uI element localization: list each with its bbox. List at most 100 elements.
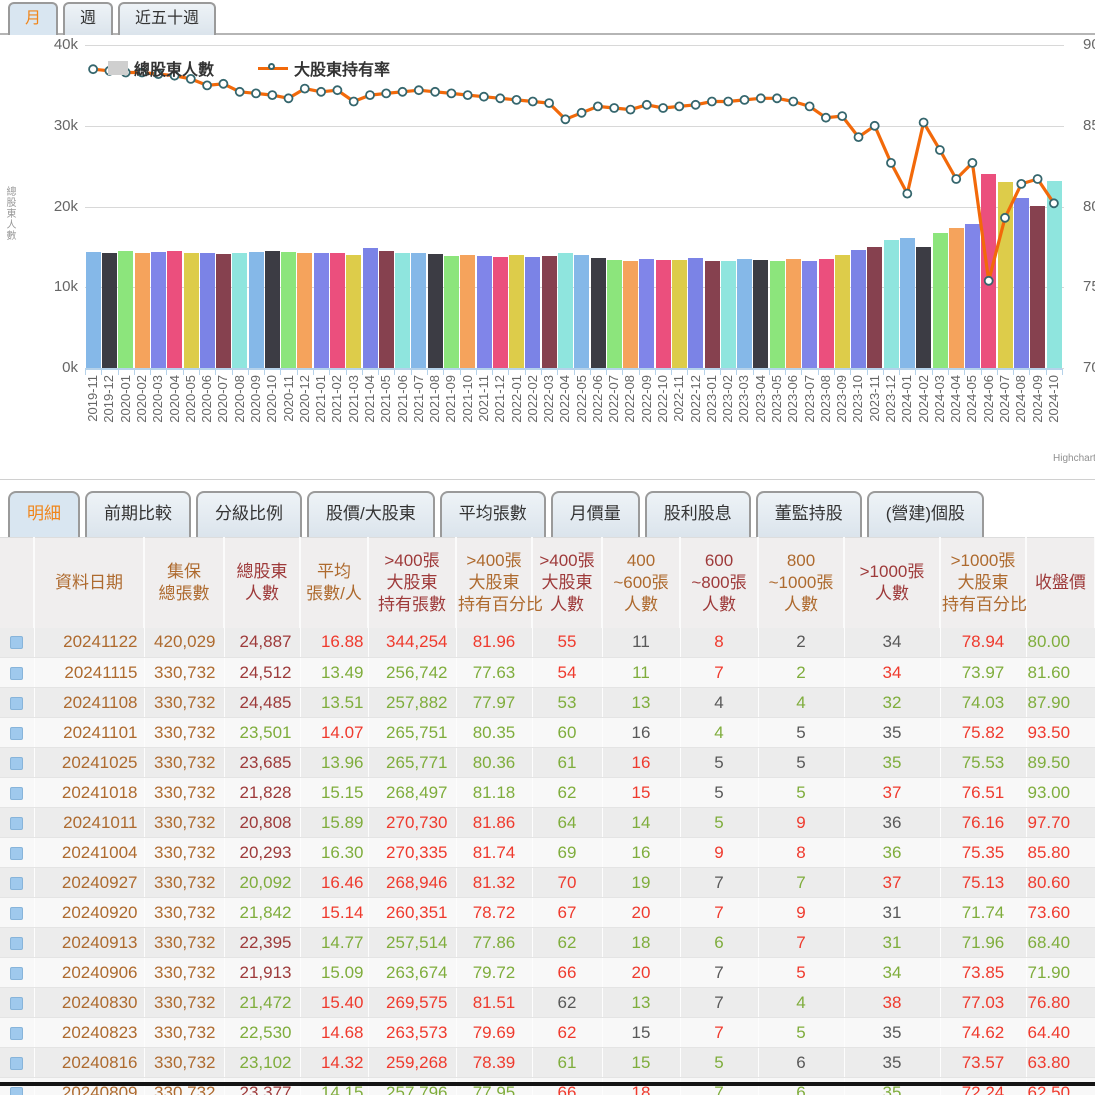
table-tab-股利股息[interactable]: 股利股息 bbox=[644, 491, 751, 537]
data-cell: 268,497 bbox=[368, 777, 457, 808]
data-cell: 78.39 bbox=[456, 1047, 533, 1078]
legend-label: 大股東持有率 bbox=[294, 62, 391, 79]
row-icon-cell bbox=[0, 687, 35, 718]
data-cell: 330,732 bbox=[144, 717, 225, 748]
data-cell: 4 bbox=[680, 687, 759, 718]
data-cell: 80.60 bbox=[1026, 867, 1095, 898]
data-cell: 330,732 bbox=[144, 807, 225, 838]
table-tab-月價量[interactable]: 月價量 bbox=[550, 491, 640, 537]
chart-toggle-icon[interactable] bbox=[10, 786, 23, 800]
data-cell: 35 bbox=[844, 1077, 941, 1095]
legend-item-total-shareholders[interactable]: 總股東人數 bbox=[108, 56, 214, 80]
data-cell: 7 bbox=[680, 987, 759, 1018]
chart-toggle-icon[interactable] bbox=[10, 1056, 23, 1070]
table-tab-分級比例[interactable]: 分級比例 bbox=[196, 491, 302, 537]
period-tab-近五十週[interactable]: 近五十週 bbox=[118, 2, 217, 35]
legend-item-holding-rate[interactable]: 大股東持有率 bbox=[258, 56, 390, 80]
data-cell: 71.74 bbox=[940, 897, 1027, 928]
data-cell: 4 bbox=[680, 717, 759, 748]
data-cell: 77.63 bbox=[456, 657, 533, 688]
table-tab-董監持股[interactable]: 董監持股 bbox=[755, 491, 862, 537]
data-cell: 344,254 bbox=[368, 627, 457, 658]
data-cell: 77.03 bbox=[940, 987, 1027, 1018]
data-cell: 9 bbox=[680, 837, 759, 868]
chart-toggle-icon[interactable] bbox=[10, 1086, 23, 1095]
data-cell: 72.24 bbox=[940, 1077, 1027, 1095]
data-cell: 23,685 bbox=[224, 747, 301, 778]
table-row: 20241115 330,732 24,512 13.49 256,742 77.63 54… bbox=[0, 657, 1095, 688]
data-cell: 78.94 bbox=[940, 627, 1027, 658]
data-cell: 62 bbox=[532, 777, 603, 808]
chart-toggle-icon[interactable] bbox=[10, 846, 23, 860]
data-cell: 21,472 bbox=[224, 987, 301, 1018]
data-cell: 9 bbox=[758, 807, 845, 838]
data-cell: 4 bbox=[758, 987, 845, 1018]
data-cell: 87.90 bbox=[1026, 687, 1095, 718]
data-cell: 15.09 bbox=[300, 957, 369, 988]
chart-toggle-icon[interactable] bbox=[10, 876, 23, 890]
data-cell: 73.85 bbox=[940, 957, 1027, 988]
row-icon-cell bbox=[0, 747, 35, 778]
chart-toggle-icon[interactable] bbox=[10, 816, 23, 830]
data-cell: 330,732 bbox=[144, 777, 225, 808]
chart-toggle-icon[interactable] bbox=[10, 1026, 23, 1040]
data-cell: 24,512 bbox=[224, 657, 301, 688]
column-header: >400張 大股東 持有張數 bbox=[368, 537, 457, 628]
chart-toggle-icon[interactable] bbox=[10, 996, 23, 1010]
data-cell: 8 bbox=[758, 837, 845, 868]
table-tab-前期比較[interactable]: 前期比較 bbox=[85, 491, 191, 537]
period-tab-週[interactable]: 週 bbox=[63, 2, 114, 35]
data-cell: 18 bbox=[602, 927, 681, 958]
column-series-legend-icon bbox=[108, 61, 128, 75]
line-series-legend-icon bbox=[258, 62, 289, 70]
table-row: 20241018 330,732 21,828 15.15 268,497 81.18 62… bbox=[0, 777, 1095, 808]
chart-toggle-icon[interactable] bbox=[10, 666, 23, 680]
row-icon-cell bbox=[0, 807, 35, 838]
table-tab-平均張數[interactable]: 平均張數 bbox=[439, 491, 546, 537]
row-icon-cell bbox=[0, 867, 35, 898]
data-cell: 5 bbox=[680, 1047, 759, 1078]
data-cell: 36 bbox=[844, 837, 941, 868]
table-row: 20240906 330,732 21,913 15.09 263,674 79.72 66… bbox=[0, 957, 1095, 988]
data-cell: 7 bbox=[680, 1077, 759, 1095]
data-cell: 77.86 bbox=[456, 927, 533, 958]
data-cell: 81.60 bbox=[1026, 657, 1095, 688]
period-tab-月[interactable]: 月 bbox=[8, 2, 59, 35]
data-cell: 64 bbox=[532, 807, 603, 838]
data-cell: 20,092 bbox=[224, 867, 301, 898]
data-cell: 67 bbox=[532, 897, 603, 928]
date-cell: 20241108 bbox=[34, 687, 145, 718]
data-cell: 63.80 bbox=[1026, 1047, 1095, 1078]
table-tab-股價/大股東[interactable]: 股價/大股東 bbox=[307, 491, 435, 537]
data-cell: 37 bbox=[844, 777, 941, 808]
table-row: 20241011 330,732 20,808 15.89 270,730 81.86 64… bbox=[0, 807, 1095, 838]
data-cell: 330,732 bbox=[144, 747, 225, 778]
header-icon-column bbox=[0, 537, 35, 628]
date-cell: 20240906 bbox=[34, 957, 145, 988]
data-cell: 81.51 bbox=[456, 987, 533, 1018]
data-cell: 60 bbox=[532, 717, 603, 748]
table-tab-明細[interactable]: 明細 bbox=[8, 491, 80, 537]
data-cell: 22,530 bbox=[224, 1017, 301, 1048]
data-cell: 15.40 bbox=[300, 987, 369, 1018]
chart-toggle-icon[interactable] bbox=[10, 936, 23, 950]
data-cell: 265,771 bbox=[368, 747, 457, 778]
holding-rate-line-series bbox=[88, 64, 1059, 286]
data-cell: 23,501 bbox=[224, 717, 301, 748]
chart-toggle-icon[interactable] bbox=[10, 636, 23, 650]
data-cell: 21,828 bbox=[224, 777, 301, 808]
data-cell: 93.50 bbox=[1026, 717, 1095, 748]
data-cell: 269,575 bbox=[368, 987, 457, 1018]
data-cell: 85.80 bbox=[1026, 837, 1095, 868]
chart-toggle-icon[interactable] bbox=[10, 906, 23, 920]
data-cell: 81.86 bbox=[456, 807, 533, 838]
data-cell: 5 bbox=[680, 807, 759, 838]
chart-toggle-icon[interactable] bbox=[10, 726, 23, 740]
data-cell: 15 bbox=[602, 777, 681, 808]
chart-toggle-icon[interactable] bbox=[10, 756, 23, 770]
table-tab-(營建)個股[interactable]: (營建)個股 bbox=[866, 491, 985, 537]
chart-toggle-icon[interactable] bbox=[10, 966, 23, 980]
data-cell: 20 bbox=[602, 957, 681, 988]
row-icon-cell bbox=[0, 1017, 35, 1048]
chart-toggle-icon[interactable] bbox=[10, 696, 23, 710]
